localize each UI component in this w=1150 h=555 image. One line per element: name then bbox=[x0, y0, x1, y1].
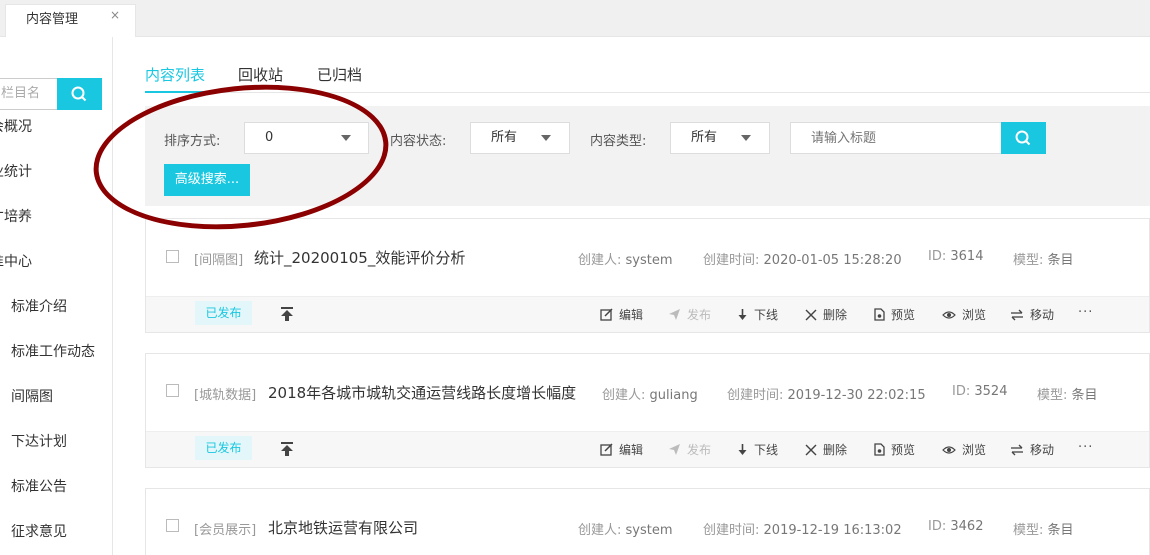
publish-button[interactable]: 发布 bbox=[668, 306, 711, 323]
status-badge: 已发布 bbox=[195, 436, 252, 460]
search-icon bbox=[1015, 130, 1031, 146]
item-creator: 创建人: guliang bbox=[602, 388, 698, 403]
preview-button[interactable]: 预览 bbox=[874, 306, 915, 323]
item-category: [会员展示] bbox=[194, 523, 257, 538]
status-badge: 已发布 bbox=[195, 301, 252, 325]
item-id: ID: 3524 bbox=[952, 384, 1008, 399]
item-creator: 创建人: system bbox=[578, 523, 673, 538]
tab-content-list[interactable]: 内容列表 bbox=[145, 64, 205, 85]
select-checkbox[interactable] bbox=[166, 384, 179, 397]
sort-select[interactable]: 0 bbox=[244, 122, 369, 154]
sidebar-item-training[interactable]: 才培养 bbox=[0, 206, 32, 226]
offline-button[interactable]: 下线 bbox=[737, 441, 778, 458]
eye-icon bbox=[942, 310, 956, 319]
arrow-down-icon bbox=[738, 309, 747, 320]
sidebar-item-announcements[interactable]: 标准公告 bbox=[11, 476, 67, 496]
more-actions-button[interactable]: ··· bbox=[1078, 440, 1093, 455]
delete-button[interactable]: 删除 bbox=[805, 306, 847, 323]
item-model: 模型: 条目 bbox=[1013, 523, 1074, 538]
delete-button[interactable]: 删除 bbox=[805, 441, 847, 458]
select-checkbox[interactable] bbox=[166, 519, 179, 532]
type-select[interactable]: 所有 bbox=[670, 122, 770, 154]
move-button[interactable]: 移动 bbox=[1010, 306, 1054, 323]
item-created-time: 创建时间: 2019-12-19 16:13:02 bbox=[703, 523, 902, 538]
close-icon bbox=[805, 444, 817, 455]
document-icon bbox=[874, 443, 885, 456]
edit-button[interactable]: 编辑 bbox=[600, 306, 643, 323]
publish-button[interactable]: 发布 bbox=[668, 441, 711, 458]
item-model: 模型: 条目 bbox=[1013, 253, 1074, 268]
edit-icon bbox=[600, 443, 613, 456]
document-icon bbox=[874, 308, 885, 321]
browse-button[interactable]: 浏览 bbox=[942, 441, 986, 458]
item-id: ID: 3614 bbox=[928, 249, 984, 264]
sidebar-item-standards-intro[interactable]: 标准介绍 bbox=[11, 296, 67, 316]
select-checkbox[interactable] bbox=[166, 250, 179, 263]
content-card bbox=[145, 353, 1150, 468]
close-icon bbox=[805, 309, 817, 320]
sidebar-item-overview[interactable]: 会概况 bbox=[0, 116, 32, 136]
sidebar-item-statistics[interactable]: 业统计 bbox=[0, 161, 32, 181]
sort-label: 排序方式: bbox=[164, 134, 221, 149]
offline-button[interactable]: 下线 bbox=[737, 306, 778, 323]
content-card bbox=[145, 218, 1150, 333]
chevron-down-icon bbox=[341, 135, 351, 141]
active-tab-indicator bbox=[145, 91, 208, 93]
chevron-down-icon bbox=[541, 135, 551, 141]
close-icon[interactable]: × bbox=[110, 8, 120, 22]
item-title[interactable]: 统计_20200105_效能评价分析 bbox=[254, 247, 465, 268]
advanced-search-button[interactable]: 高级搜索... bbox=[164, 164, 250, 196]
more-actions-button[interactable]: ··· bbox=[1078, 305, 1093, 320]
status-label: 内容状态: bbox=[390, 134, 447, 149]
edit-icon bbox=[600, 308, 613, 321]
send-icon bbox=[669, 309, 680, 320]
search-button[interactable] bbox=[1001, 122, 1046, 154]
item-creator: 创建人: system bbox=[578, 253, 673, 268]
tab-recycle-bin[interactable]: 回收站 bbox=[238, 64, 283, 85]
browse-button[interactable]: 浏览 bbox=[942, 306, 986, 323]
type-value: 所有 bbox=[691, 130, 718, 145]
card-actions-bar bbox=[146, 296, 1149, 332]
top-tab-bar bbox=[0, 0, 1150, 37]
tab-archived[interactable]: 已归档 bbox=[317, 64, 362, 85]
sidebar-item-standards-center[interactable]: 准中心 bbox=[0, 251, 32, 271]
sidebar-item-interval-chart[interactable]: 间隔图 bbox=[11, 386, 53, 406]
arrow-down-icon bbox=[738, 444, 747, 455]
send-icon bbox=[669, 444, 680, 455]
status-value: 所有 bbox=[491, 130, 518, 145]
swap-icon bbox=[1011, 444, 1023, 455]
pin-to-top-icon[interactable] bbox=[279, 306, 295, 322]
sidebar-search-button[interactable] bbox=[57, 78, 102, 110]
item-category: [间隔图] bbox=[194, 253, 244, 268]
sort-value: 0 bbox=[265, 130, 274, 145]
item-title[interactable]: 北京地铁运营有限公司 bbox=[268, 517, 418, 538]
move-button[interactable]: 移动 bbox=[1010, 441, 1054, 458]
sidebar-item-feedback[interactable]: 征求意见 bbox=[11, 521, 67, 541]
item-title[interactable]: 2018年各城市城轨交通运营线路长度增长幅度 bbox=[268, 382, 576, 403]
sidebar-item-standards-news[interactable]: 标准工作动态 bbox=[11, 341, 95, 361]
sidebar-search-input[interactable]: 栏目名 bbox=[0, 78, 58, 110]
type-label: 内容类型: bbox=[590, 134, 647, 149]
item-category: [城轨数据] bbox=[194, 388, 257, 403]
title-search-input[interactable] bbox=[790, 122, 1002, 154]
pin-to-top-icon[interactable] bbox=[279, 441, 295, 457]
item-created-time: 创建时间: 2019-12-30 22:02:15 bbox=[727, 388, 926, 403]
item-created-time: 创建时间: 2020-01-05 15:28:20 bbox=[703, 253, 902, 268]
item-id: ID: 3462 bbox=[928, 519, 984, 534]
card-actions-bar bbox=[146, 431, 1149, 467]
eye-icon bbox=[942, 445, 956, 454]
preview-button[interactable]: 预览 bbox=[874, 441, 915, 458]
search-icon bbox=[71, 86, 87, 102]
edit-button[interactable]: 编辑 bbox=[600, 441, 643, 458]
swap-icon bbox=[1011, 309, 1023, 320]
sidebar-item-plans[interactable]: 下达计划 bbox=[11, 431, 67, 451]
status-select[interactable]: 所有 bbox=[470, 122, 570, 154]
filter-panel bbox=[145, 106, 1150, 206]
tab-divider bbox=[145, 92, 1150, 93]
tab-content-management-label: 内容管理 bbox=[26, 12, 79, 27]
chevron-down-icon bbox=[741, 135, 751, 141]
item-model: 模型: 条目 bbox=[1037, 388, 1098, 403]
